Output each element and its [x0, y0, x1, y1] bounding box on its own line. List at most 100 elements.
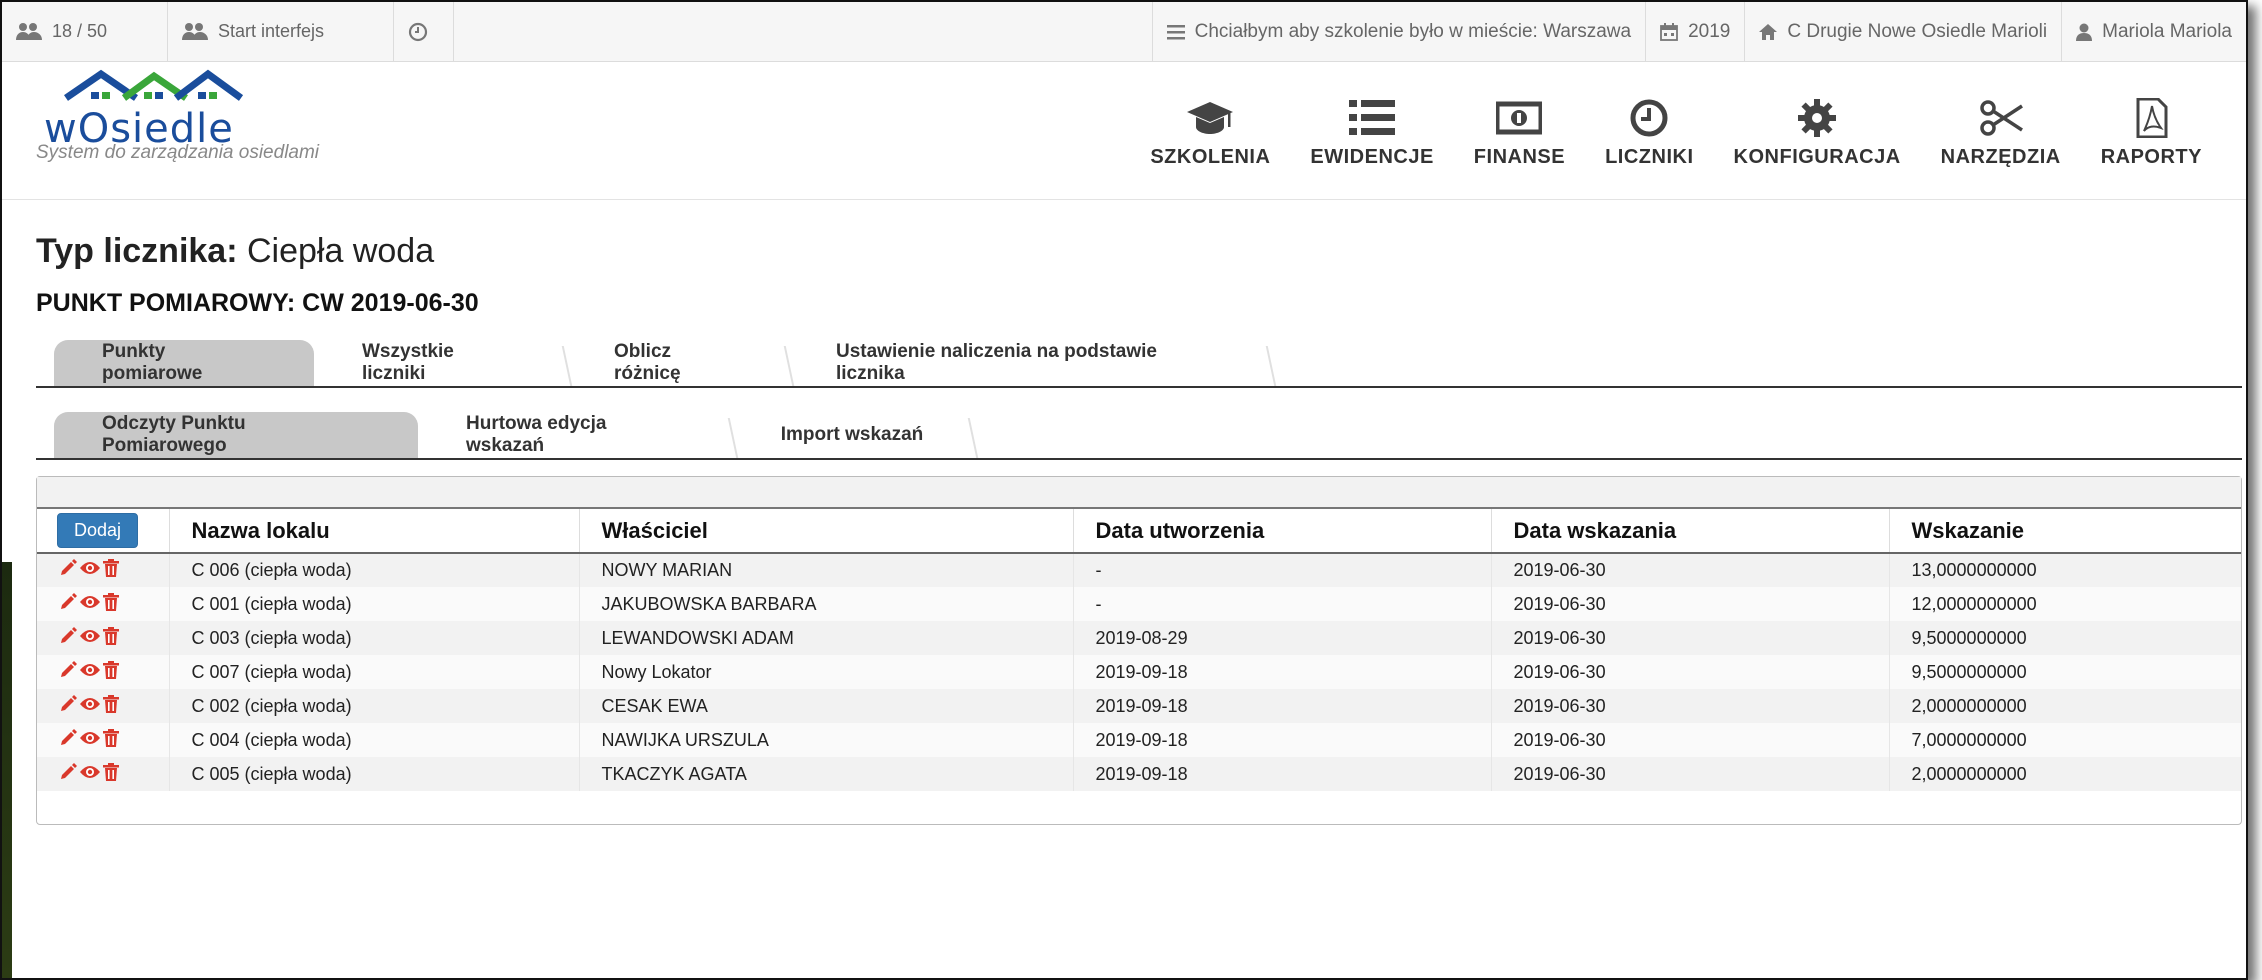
column-header-nazwa-lokalu[interactable]: Nazwa lokalu — [168, 509, 579, 554]
cell-data-wskazania: 2019-06-30 — [1490, 723, 1889, 757]
tab-oblicz-roznice[interactable]: Oblicz różnicę — [566, 340, 788, 386]
edit-icon[interactable] — [59, 592, 77, 616]
cell-data-wskazania: 2019-06-30 — [1490, 689, 1889, 723]
user-name: Mariola Mariola — [2102, 20, 2232, 42]
start-interface-label: Start interfejs — [218, 21, 325, 41]
table-row[interactable]: C 006 (ciepła woda) NOWY MARIAN -2019-06-3… — [37, 553, 2241, 587]
users-count-label: 18 / 50 — [52, 21, 108, 41]
user-menu[interactable]: Mariola Mariola — [2061, 2, 2246, 62]
trash-icon[interactable] — [103, 728, 119, 752]
edit-icon[interactable] — [59, 694, 77, 718]
cell-wlasciciel: NOWY MARIAN — [578, 553, 1073, 587]
tab-ustawienie-naliczenia[interactable]: Ustawienie naliczenia na podstawie liczn… — [788, 340, 1270, 386]
cell-data-utworzenia: 2019-09-18 — [1072, 757, 1491, 791]
eye-icon[interactable] — [80, 594, 100, 615]
nav-label: FINANSE — [1473, 146, 1566, 168]
cell-data-wskazania: 2019-06-30 — [1490, 553, 1889, 587]
column-header-wlasciciel[interactable]: Właściciel — [578, 509, 1073, 554]
edit-icon[interactable] — [59, 762, 77, 786]
table-row[interactable]: C 004 (ciepła woda) NAWIJKA URSZULA 2019-0… — [37, 723, 2241, 757]
year-label: 2019 — [1688, 20, 1731, 42]
panel-header — [37, 477, 2241, 509]
cell-nazwa-lokalu: C 005 (ciepła woda) — [168, 757, 579, 791]
users-icon — [182, 22, 208, 40]
tab-hurtowa-edycja[interactable]: Hurtowa edycja wskazań — [418, 412, 732, 458]
table-row[interactable]: C 001 (ciepła woda) JAKUBOWSKA BARBARA -20… — [37, 587, 2241, 621]
cell-wskazanie: 13,0000000000 — [1888, 553, 2241, 587]
trash-icon[interactable] — [103, 762, 119, 786]
cell-wlasciciel: CESAK EWA — [578, 689, 1073, 723]
eye-icon[interactable] — [80, 662, 100, 683]
estate-selector[interactable]: C Drugie Nowe Osiedle Marioli — [1744, 2, 2061, 62]
sub-tabs: Odczyty Punktu Pomiarowego Hurtowa edycj… — [36, 412, 2242, 460]
cell-nazwa-lokalu: C 001 (ciepła woda) — [168, 587, 579, 621]
trash-icon[interactable] — [103, 694, 119, 718]
eye-icon[interactable] — [80, 628, 100, 649]
table-row[interactable]: C 002 (ciepła woda) CESAK EWA 2019-09-18 20… — [37, 689, 2241, 723]
cell-nazwa-lokalu: C 004 (ciepła woda) — [168, 723, 579, 757]
table-row[interactable]: C 007 (ciepła woda) Nowy Lokator 2019-09-1… — [37, 655, 2241, 689]
trash-icon[interactable] — [103, 559, 119, 582]
nav-label: RAPORTY — [2100, 146, 2202, 168]
edit-icon[interactable] — [59, 660, 77, 684]
left-edge-decoration — [2, 562, 12, 978]
tab-punkty-pomiarowe[interactable]: Punkty pomiarowe — [54, 340, 314, 386]
nav-ewidencje[interactable]: EWIDENCJE — [1310, 98, 1433, 169]
eye-icon[interactable] — [80, 696, 100, 717]
nav-finanse[interactable]: FINANSE — [1474, 98, 1565, 169]
main-tabs: Punkty pomiarowe Wszystkie liczniki Obli… — [36, 340, 2242, 388]
column-header-wskazanie[interactable]: Wskazanie — [1888, 509, 2241, 554]
eye-icon[interactable] — [80, 730, 100, 751]
table-body: C 006 (ciepła woda) NOWY MARIAN -2019-06-3… — [37, 553, 2241, 791]
cell-nazwa-lokalu: C 002 (ciepła woda) — [168, 689, 579, 723]
row-actions — [37, 689, 169, 723]
nav-narzedzia[interactable]: NARZĘDZIA — [1941, 98, 2061, 169]
training-city-link[interactable]: Chciałbym aby szkolenie było w mieście: … — [1151, 2, 1645, 62]
header: wOsiedle System do zarządzania osiedlami… — [2, 62, 2246, 200]
table-row[interactable]: C 003 (ciepła woda) LEWANDOWSKI ADAM 2019-… — [37, 621, 2241, 655]
edit-icon[interactable] — [59, 559, 77, 582]
row-actions — [37, 621, 169, 655]
trash-icon[interactable] — [103, 626, 119, 650]
edit-icon[interactable] — [59, 728, 77, 752]
nav-szkolenia[interactable]: SZKOLENIA — [1150, 98, 1270, 169]
nav-label: NARZĘDZIA — [1940, 146, 2061, 168]
users-count-indicator[interactable]: 18 / 50 — [2, 2, 168, 62]
pdf-icon — [2136, 98, 2168, 138]
list-icon — [1349, 100, 1396, 135]
table-row[interactable]: C 005 (ciepła woda) TKACZYK AGATA 2019-09-… — [37, 757, 2241, 791]
history-button[interactable] — [394, 2, 454, 62]
column-header-data-utworzenia[interactable]: Data utworzenia — [1072, 509, 1491, 554]
cell-data-wskazania: 2019-06-30 — [1490, 621, 1889, 655]
cell-wskazanie: 2,0000000000 — [1888, 689, 2241, 723]
cell-data-utworzenia: - — [1072, 553, 1491, 587]
add-button[interactable]: Dodaj — [57, 513, 139, 548]
eye-icon[interactable] — [80, 560, 100, 581]
calendar-icon — [1660, 22, 1678, 41]
trash-icon[interactable] — [103, 592, 119, 616]
tab-import-wskazan[interactable]: Import wskazań — [732, 412, 972, 458]
cell-nazwa-lokalu: C 007 (ciepła woda) — [168, 655, 579, 689]
main-nav: SZKOLENIA EWIDENCJE FINANSE LICZNIKI KON… — [1150, 98, 2202, 169]
column-header-data-wskazania[interactable]: Data wskazania — [1490, 509, 1889, 554]
year-selector[interactable]: 2019 — [1645, 2, 1744, 62]
row-actions — [37, 553, 169, 587]
edit-icon[interactable] — [59, 626, 77, 650]
scissors-icon — [1979, 100, 2023, 136]
eye-icon[interactable] — [80, 764, 100, 785]
cell-wskazanie: 9,5000000000 — [1888, 655, 2241, 689]
nav-raporty[interactable]: RAPORTY — [2101, 98, 2202, 169]
money-icon — [1496, 101, 1543, 135]
trash-icon[interactable] — [103, 660, 119, 684]
cell-data-wskazania: 2019-06-30 — [1490, 757, 1889, 791]
training-city-label: Chciałbym aby szkolenie było w mieście: … — [1194, 20, 1632, 42]
nav-liczniki[interactable]: LICZNIKI — [1605, 98, 1693, 169]
cell-nazwa-lokalu: C 003 (ciepła woda) — [168, 621, 579, 655]
tab-odczyty-punktu[interactable]: Odczyty Punktu Pomiarowego — [54, 412, 418, 458]
start-interface-link[interactable]: Start interfejs — [168, 2, 394, 62]
cell-wskazanie: 2,0000000000 — [1888, 757, 2241, 791]
cell-data-wskazania: 2019-06-30 — [1490, 655, 1889, 689]
nav-konfiguracja[interactable]: KONFIGURACJA — [1734, 98, 1901, 169]
row-actions — [37, 757, 169, 791]
tab-wszystkie-liczniki[interactable]: Wszystkie liczniki — [314, 340, 566, 386]
